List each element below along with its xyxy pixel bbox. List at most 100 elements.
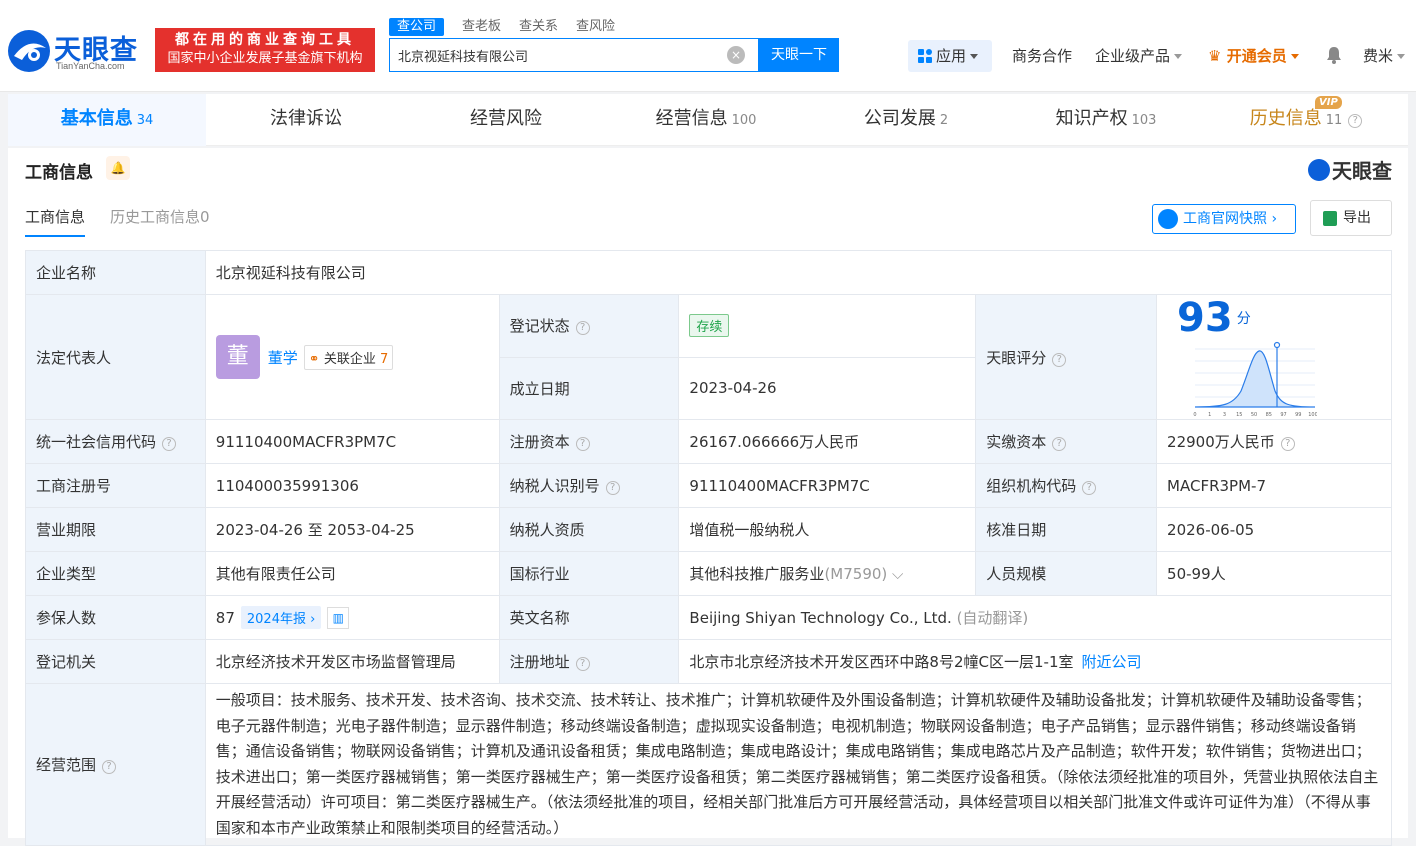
field-label: 人员规模 bbox=[975, 551, 1158, 596]
help-icon[interactable]: ? bbox=[605, 481, 620, 495]
help-icon[interactable]: ? bbox=[1348, 114, 1363, 128]
help-icon[interactable]: ? bbox=[1052, 437, 1067, 451]
field-label: 纳税人识别号? bbox=[498, 463, 680, 508]
industry-code: (M7590) bbox=[824, 565, 888, 583]
x-tick-label: 3 bbox=[1223, 412, 1226, 418]
tab-risk[interactable]: 经营风险 bbox=[406, 94, 606, 146]
search-tab-risk[interactable]: 查风险 bbox=[576, 18, 615, 36]
business-scope: 一般项目：技术服务、技术开发、技术咨询、技术交流、技术转让、技术推广；计算机软硬… bbox=[204, 683, 1393, 846]
snapshot-button[interactable]: 工商官网快照 › bbox=[1152, 204, 1296, 234]
nav-enterprise-label: 企业级产品 bbox=[1095, 47, 1171, 65]
help-icon[interactable]: ? bbox=[162, 437, 177, 451]
help-icon[interactable]: ? bbox=[575, 437, 590, 451]
field-label: 组织机构代码? bbox=[975, 463, 1158, 508]
field-label: 注册资本? bbox=[498, 419, 680, 464]
field-label: 纳税人资质 bbox=[498, 507, 680, 552]
bar-chart-icon[interactable]: ▥ bbox=[327, 607, 350, 630]
tianyancha-logo[interactable]: 天眼查 TianYanCha.com bbox=[6, 28, 146, 74]
staff-size: 50-99人 bbox=[1156, 551, 1392, 596]
search-tab-relation[interactable]: 查关系 bbox=[519, 18, 558, 36]
tab-label: 法律诉讼 bbox=[270, 108, 342, 129]
tab-count: 103 bbox=[1131, 113, 1157, 128]
annual-report-button[interactable]: 2024年报 › bbox=[240, 605, 322, 629]
nav-enterprise[interactable]: 企业级产品 bbox=[1095, 40, 1183, 72]
tab-label: 经营风险 bbox=[470, 108, 542, 129]
score-value: 93 bbox=[1177, 295, 1233, 341]
field-label: 统一社会信用代码? bbox=[25, 419, 206, 464]
search-tab-boss[interactable]: 查老板 bbox=[462, 18, 501, 36]
field-label: 参保人数 bbox=[25, 595, 206, 640]
slogan-line-1: 都在用的商业查询工具 bbox=[175, 32, 355, 48]
search-tab-company[interactable]: 查公司 bbox=[389, 18, 445, 36]
insured-count: 87 bbox=[215, 608, 235, 627]
tab-development[interactable]: 公司发展 2 bbox=[806, 94, 1006, 146]
field-label: 经营范围? bbox=[25, 683, 206, 846]
user-name: 费米 bbox=[1363, 47, 1394, 65]
field-label: 企业名称 bbox=[25, 250, 206, 295]
search-input[interactable] bbox=[398, 39, 718, 71]
tab-count: 100 bbox=[731, 113, 757, 128]
table-row: 统一社会信用代码? 91110400MACFR3PM7C 注册资本? 26167… bbox=[25, 419, 1392, 464]
slogan-line-2: 国家中小企业发展子基金旗下机构 bbox=[167, 51, 363, 66]
field-label: 实缴资本? bbox=[975, 419, 1158, 464]
main-tabs: 基本信息 34 法律诉讼 经营风险 经营信息 100 公司发展 2 知识产权 103 历… bbox=[8, 94, 1408, 146]
chevron-down-icon bbox=[1397, 54, 1406, 59]
business-info-table: 企业名称 北京视延科技有限公司 法定代表人 董董学 ⚭ 关联企业 7 登记状态? … bbox=[25, 250, 1393, 846]
auto-translate-note: (自动翻译) bbox=[956, 609, 1029, 627]
x-tick-label: 97 bbox=[1280, 412, 1286, 418]
snapshot-label: 工商官网快照 bbox=[1183, 211, 1267, 227]
excel-icon bbox=[1323, 211, 1337, 226]
clear-icon[interactable]: × bbox=[727, 46, 745, 64]
help-icon[interactable]: ? bbox=[1082, 481, 1097, 495]
x-tick-label: 0 bbox=[1193, 412, 1196, 418]
bell-icon[interactable] bbox=[1326, 40, 1344, 72]
subscribe-bell-icon[interactable]: 🔔 bbox=[106, 156, 130, 180]
paid-capital-cell: 22900万人民币? bbox=[1156, 419, 1392, 464]
reg-no: 110400035991306 bbox=[204, 463, 500, 508]
tab-label: 历史信息 bbox=[1249, 108, 1322, 129]
help-icon[interactable]: ? bbox=[102, 760, 117, 774]
tab-ip[interactable]: 知识产权 103 bbox=[1006, 94, 1206, 146]
tab-legal[interactable]: 法律诉讼 bbox=[206, 94, 406, 146]
logo-subtext: TianYanCha.com bbox=[56, 61, 125, 71]
help-icon[interactable]: ? bbox=[575, 657, 590, 671]
help-icon[interactable]: ? bbox=[1052, 352, 1067, 367]
field-label: 注册地址? bbox=[498, 639, 680, 684]
nav-vip[interactable]: ♛ 开通会员 bbox=[1208, 40, 1299, 72]
subtab-business-info[interactable]: 工商信息 bbox=[25, 206, 86, 237]
tab-history[interactable]: 历史信息 11? bbox=[1206, 94, 1406, 146]
x-tick-labels: 0 1 3 15 50 85 97 99 100 bbox=[1193, 412, 1317, 418]
user-menu[interactable]: 费米 bbox=[1363, 40, 1406, 72]
field-label: 法定代表人 bbox=[25, 294, 206, 420]
field-label: 核准日期 bbox=[975, 507, 1158, 552]
chevron-down-icon bbox=[970, 54, 979, 59]
field-label: 成立日期 bbox=[498, 356, 680, 420]
business-info-card: 工商信息 🔔 天眼查 工商信息 历史工商信息0 工商官网快照 › 导出 企业名称… bbox=[8, 148, 1408, 846]
slogan-banner[interactable]: 都在用的商业查询工具 国家中小企业发展子基金旗下机构 bbox=[155, 28, 375, 72]
english-name: Beijing Shiyan Technology Co., Ltd. bbox=[689, 609, 952, 627]
legal-rep-link[interactable]: 董学 bbox=[268, 349, 298, 367]
subtab-history-info[interactable]: 历史工商信息0 bbox=[110, 206, 210, 227]
industry-cell[interactable]: 其他科技推广服务业(M7590) ⌵ bbox=[678, 551, 977, 596]
field-label-text: 注册资本 bbox=[509, 433, 570, 451]
taxpayer-id: 91110400MACFR3PM7C bbox=[678, 463, 977, 508]
apps-label: 应用 bbox=[936, 47, 967, 65]
table-row: 营业期限 2023-04-26 至 2053-04-25 纳税人资质 增值税一般… bbox=[25, 507, 1392, 552]
tab-operation[interactable]: 经营信息 100 bbox=[606, 94, 806, 146]
export-button[interactable]: 导出 bbox=[1310, 200, 1392, 236]
tab-label: 公司发展 bbox=[863, 108, 936, 129]
tab-basic-info[interactable]: 基本信息 34 bbox=[8, 94, 206, 146]
field-label-text: 天眼评分 bbox=[986, 348, 1047, 367]
nearby-companies-link[interactable]: 附近公司 bbox=[1081, 653, 1141, 671]
search-button[interactable]: 天眼一下 bbox=[759, 38, 839, 72]
export-label: 导出 bbox=[1343, 210, 1371, 226]
related-companies-tag[interactable]: ⚭ 关联企业 7 bbox=[303, 344, 394, 370]
help-icon[interactable]: ? bbox=[1280, 437, 1295, 451]
avatar[interactable]: 董 bbox=[215, 335, 260, 379]
field-label-text: 统一社会信用代码 bbox=[36, 433, 157, 451]
score-cell[interactable]: 93 分 0 1 3 15 50 85 97 99 100 bbox=[1156, 294, 1392, 420]
search-tabs: 查公司 查老板 查关系 查风险 bbox=[389, 18, 633, 36]
apps-menu[interactable]: 应用 bbox=[908, 40, 992, 72]
help-icon[interactable]: ? bbox=[575, 321, 590, 336]
nav-business[interactable]: 商务合作 bbox=[1012, 40, 1072, 72]
